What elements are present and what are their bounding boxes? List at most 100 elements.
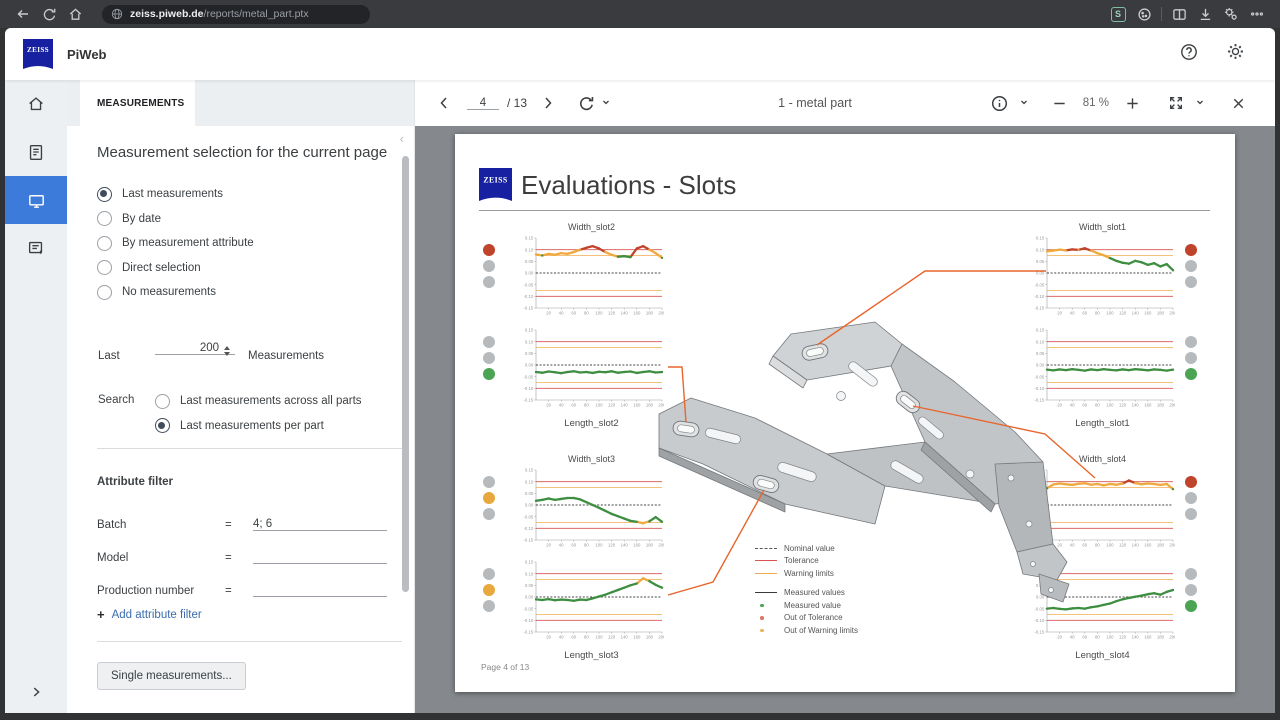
extension-s-icon[interactable]: S [1105,3,1131,25]
sidebar-item-measurement-plans[interactable] [5,224,67,272]
legend-item: Out of Tolerance [755,612,858,625]
legend-swatch [755,624,777,636]
sidebar-expand-chevron[interactable] [5,685,67,699]
zoom-out-icon[interactable] [1049,92,1071,114]
traffic-light-dots [1185,244,1197,288]
last-count-input[interactable] [155,342,235,355]
sidebar-item-viewer[interactable] [5,176,67,224]
zoom-in-icon[interactable] [1121,92,1143,114]
fit-to-screen-icon[interactable] [1165,92,1187,114]
control-chart: 0.150.100.050.00-0.05-0.10-0.15204060801… [519,234,664,322]
single-measurements-button[interactable]: Single measurements... [97,662,246,690]
svg-text:160: 160 [633,403,641,408]
svg-text:-0.15: -0.15 [524,538,534,543]
viewer-toolbar: / 13 1 - metal part 81 % [415,80,1275,126]
svg-text:40: 40 [1070,635,1075,640]
settings-gear-icon[interactable] [1226,42,1245,66]
selection-radio-group: Last measurementsBy dateBy measurement a… [97,182,254,305]
radio-option[interactable]: Last measurements across all parts [155,389,362,414]
svg-text:20: 20 [1057,311,1062,316]
status-dot-gray [1185,336,1197,348]
traffic-light-dots [1185,568,1197,612]
more-menu-icon[interactable] [1244,3,1270,25]
radio-icon[interactable] [97,187,112,202]
divider [97,448,402,449]
svg-text:80: 80 [1095,311,1100,316]
download-icon[interactable] [1192,3,1218,25]
refresh-icon[interactable] [575,92,597,114]
svg-text:0.10: 0.10 [525,247,534,252]
cookie-icon[interactable] [1131,3,1157,25]
svg-text:-0.05: -0.05 [524,282,534,287]
radio-icon[interactable] [97,285,112,300]
legend-swatch [755,555,777,567]
svg-text:160: 160 [1144,543,1152,548]
chart-label: Length_slot4 [1030,650,1175,661]
sidebar-item-reports[interactable] [5,128,67,176]
svg-text:0.15: 0.15 [1036,328,1045,333]
split-screen-icon[interactable] [1166,3,1192,25]
browser-essentials-icon[interactable] [1218,3,1244,25]
reload-icon[interactable] [36,3,62,25]
home-icon[interactable] [62,3,88,25]
svg-text:0.00: 0.00 [525,503,534,508]
chart-title: Width_slot3 [519,454,664,464]
status-dot-gray [1185,276,1197,288]
svg-text:120: 120 [608,543,616,548]
radio-option[interactable]: Last measurements [97,182,254,207]
prev-page-icon[interactable] [433,92,455,114]
svg-text:140: 140 [1132,635,1140,640]
address-bar[interactable]: zeiss.piweb.de/reports/metal_part.ptx [102,5,370,24]
radio-option[interactable]: Direct selection [97,256,254,281]
svg-text:60: 60 [571,311,576,316]
radio-label: Direct selection [122,262,201,274]
radio-option[interactable]: By measurement attribute [97,231,254,256]
tab-measurements[interactable]: MEASUREMENTS [80,80,195,126]
radio-icon[interactable] [97,260,112,275]
svg-text:0.10: 0.10 [525,339,534,344]
svg-text:100: 100 [1106,543,1114,548]
attribute-label: Batch [97,519,225,531]
attribute-value-input[interactable] [253,551,387,564]
count-stepper[interactable] [224,346,230,356]
panel-collapse-icon[interactable]: ‹ [400,134,404,144]
svg-text:-0.15: -0.15 [524,630,534,635]
refresh-dropdown-icon[interactable] [601,94,611,112]
sidebar-item-home[interactable] [5,80,67,128]
back-icon[interactable] [10,3,36,25]
svg-text:180: 180 [646,543,654,548]
chart-legend: Nominal valueToleranceWarning limitsMeas… [755,542,858,637]
control-chart: 0.150.100.050.00-0.05-0.10-0.15204060801… [1030,558,1175,646]
radio-icon[interactable] [155,394,170,409]
svg-text:40: 40 [559,311,564,316]
close-icon[interactable] [1227,92,1249,114]
radio-icon[interactable] [97,236,112,251]
panel-heading: Measurement selection for the current pa… [97,144,387,161]
svg-text:200: 200 [1169,543,1175,548]
page-number-input[interactable] [467,97,499,110]
svg-text:200: 200 [1169,403,1175,408]
next-page-icon[interactable] [537,92,559,114]
radio-icon[interactable] [97,211,112,226]
radio-option[interactable]: No measurements [97,280,254,305]
svg-text:0.10: 0.10 [525,571,534,576]
svg-text:180: 180 [1157,543,1165,548]
panel-scrollbar[interactable] [402,156,409,592]
fit-dropdown-icon[interactable] [1195,94,1205,112]
help-icon[interactable] [1180,43,1198,66]
radio-option[interactable]: Last measurements per part [155,414,362,439]
info-icon[interactable] [989,92,1011,114]
radio-icon[interactable] [155,418,170,433]
svg-text:120: 120 [1119,403,1127,408]
attribute-value-input[interactable] [253,584,387,597]
last-label: Last [98,350,120,362]
svg-text:200: 200 [658,635,664,640]
add-attribute-filter-link[interactable]: + Add attribute filter [97,607,202,622]
info-dropdown-icon[interactable] [1019,94,1029,112]
attribute-value-input[interactable] [253,518,387,531]
status-dot-gray [483,336,495,348]
radio-option[interactable]: By date [97,207,254,232]
document-title: 1 - metal part [778,96,852,110]
status-dot-gray [1185,508,1197,520]
svg-text:100: 100 [1106,635,1114,640]
